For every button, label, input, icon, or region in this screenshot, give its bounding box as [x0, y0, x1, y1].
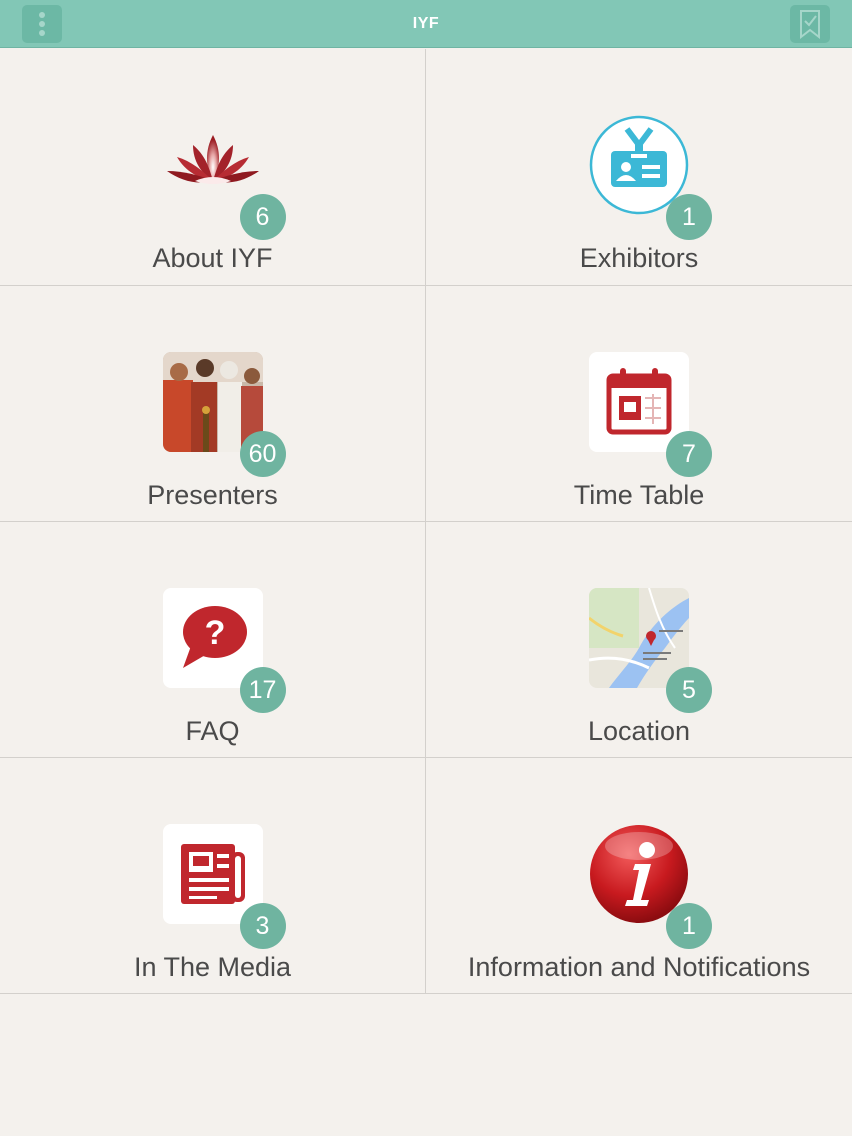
tile-label: About IYF [152, 243, 273, 273]
home-grid: 6 About IYF 1 Exhibitors 60 Presenters 7… [0, 49, 852, 994]
bookmark-check-icon [800, 10, 820, 39]
bookmark-button[interactable] [790, 5, 830, 43]
count-badge: 1 [666, 194, 712, 240]
tile-location[interactable]: 5 Location [426, 522, 852, 757]
tile-label: Presenters [147, 480, 278, 510]
tile-label: Exhibitors [579, 243, 699, 273]
count-badge: 17 [239, 667, 286, 713]
count-badge: 3 [239, 903, 286, 949]
app-header: IYF [0, 0, 852, 48]
tile-icon: ? 17 [162, 588, 286, 713]
tile-label: Time Table [573, 480, 705, 510]
tile-exhibitors[interactable]: 1 Exhibitors [426, 49, 852, 285]
grid-row: ? 17 FAQ 5 Location [0, 522, 852, 758]
tile-about-iyf[interactable]: 6 About IYF [0, 49, 426, 285]
tile-icon: 3 [162, 824, 286, 949]
tile-icon: 6 [163, 115, 286, 240]
tile-time-table[interactable]: 7 Time Table [426, 286, 852, 521]
count-badge: 7 [666, 431, 712, 477]
tile-label: FAQ [185, 716, 240, 746]
tile-icon: 5 [589, 588, 712, 713]
count-badge: 1 [666, 903, 712, 949]
grid-row: 6 About IYF 1 Exhibitors [0, 49, 852, 286]
tile-information-and-notifications[interactable]: 1 Information and Notifications [426, 758, 852, 993]
count-badge: 5 [666, 667, 712, 713]
tile-in-the-media[interactable]: 3 In The Media [0, 758, 426, 993]
count-badge: 60 [239, 431, 286, 477]
tile-icon: 60 [162, 352, 286, 477]
count-badge: 6 [239, 194, 286, 240]
app-title: IYF [412, 15, 440, 32]
grid-row: 3 In The Media 1 Information and Notific… [0, 758, 852, 994]
tile-icon: 1 [589, 115, 712, 240]
tile-label: Information and Notifications [467, 952, 811, 982]
svg-text:?: ? [204, 614, 225, 652]
tile-faq[interactable]: ? 17 FAQ [0, 522, 426, 757]
tile-presenters[interactable]: 60 Presenters [0, 286, 426, 521]
tile-label: In The Media [133, 952, 292, 982]
grid-row: 60 Presenters 7 Time Table [0, 286, 852, 522]
tile-label: Location [587, 716, 691, 746]
tile-icon: 7 [589, 352, 712, 477]
tile-icon: 1 [589, 824, 712, 949]
